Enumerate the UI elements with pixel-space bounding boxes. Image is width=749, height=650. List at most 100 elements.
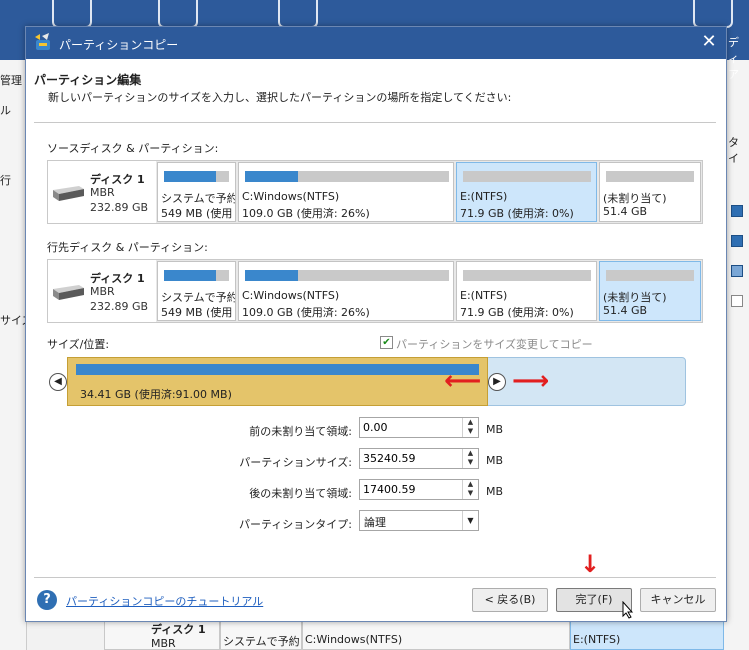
back-button[interactable]: < 戻る(B): [472, 588, 548, 612]
bg-partition[interactable]: C:Windows(NTFS): [302, 618, 570, 650]
partition-copy-dialog: パーティションコピー ✕ パーティション編集 新しいパーティションのサイズを入力…: [25, 26, 727, 622]
before-unallocated-label: 前の未割り当て領域:: [249, 425, 352, 438]
bg-disk-name: ディスク 1: [151, 623, 206, 636]
bg-partition-square[interactable]: [731, 295, 743, 307]
unit-label: MB: [486, 423, 504, 436]
increment-icon[interactable]: ▲: [463, 418, 478, 427]
partition-wizard-icon: [35, 33, 50, 50]
close-icon: ✕: [701, 31, 717, 52]
disk-name: ディスク 1: [90, 272, 145, 285]
move-left-button[interactable]: ◀: [49, 373, 67, 391]
usage-fill: [245, 171, 299, 182]
bg-partition[interactable]: E:(NTFS): [570, 618, 724, 650]
after-unallocated-stepper[interactable]: ▲ ▼: [359, 479, 479, 500]
partition-unallocated[interactable]: (未割り当て) 51.4 GB: [599, 261, 701, 321]
dest-disk-row: ディスク 1 MBR 232.89 GB システムで予約 549 MB (使用 …: [47, 259, 703, 323]
partition-e[interactable]: E:(NTFS) 71.9 GB (使用済: 0%): [456, 162, 597, 222]
partition-c[interactable]: C:Windows(NTFS) 109.0 GB (使用済: 26%): [238, 162, 454, 222]
partition-size-input[interactable]: [363, 451, 461, 466]
partition-resize-block[interactable]: 34.41 GB (使用済:91.00 MB): [67, 357, 488, 406]
disk-type: MBR: [90, 285, 115, 298]
partition-name: (未割り当て): [603, 192, 667, 205]
dest-disk-info[interactable]: ディスク 1 MBR 232.89 GB: [48, 260, 156, 322]
usage-fill: [164, 270, 216, 281]
bg-disk-info[interactable]: ディスク 1 MBR: [104, 618, 220, 650]
mouse-cursor-icon: [622, 601, 634, 619]
decrement-icon[interactable]: ▼: [463, 458, 478, 467]
partition-info: 549 MB (使用: [161, 306, 233, 319]
bg-partition[interactable]: システムで予約: [220, 618, 302, 650]
partition-c[interactable]: C:Windows(NTFS) 109.0 GB (使用済: 26%): [238, 261, 454, 321]
source-disk-info[interactable]: ディスク 1 MBR 232.89 GB: [48, 161, 156, 223]
unit-label: MB: [486, 485, 504, 498]
partition-size-stepper[interactable]: ▲ ▼: [359, 448, 479, 469]
partition-type-value: 論理: [364, 516, 386, 529]
tutorial-link[interactable]: パーティションコピーのチュートリアル: [66, 593, 263, 609]
partition-name: E:(NTFS): [460, 190, 508, 203]
checkmark-icon: ✔: [382, 337, 391, 348]
bg-right-label: ディア: [728, 36, 739, 81]
bg-left-label: 行: [0, 174, 11, 187]
bg-partition-square[interactable]: [731, 235, 743, 247]
after-unallocated-label: 後の未割り当て領域:: [249, 487, 352, 500]
toolbar-tool-icon[interactable]: [52, 0, 92, 28]
stepper-buttons: ▲ ▼: [462, 418, 478, 437]
partition-type-label: パーティションタイプ:: [238, 518, 352, 531]
after-unallocated-input[interactable]: [363, 482, 461, 497]
toolbar-tool-icon[interactable]: [693, 0, 733, 28]
partition-unallocated[interactable]: (未割り当て) 51.4 GB: [599, 162, 701, 222]
toolbar-tool-icon[interactable]: [278, 0, 318, 28]
close-button[interactable]: ✕: [698, 31, 720, 53]
background-disk-map: ディスク 1 MBR システムで予約 C:Windows(NTFS) E:(NT…: [104, 618, 724, 650]
chevron-left-icon: ◀: [54, 376, 62, 387]
dialog-heading: パーティション編集: [34, 73, 142, 87]
before-unallocated-input[interactable]: [363, 420, 461, 435]
bg-partition-square[interactable]: [731, 205, 743, 217]
partition-type-select[interactable]: 論理 ▼: [359, 510, 479, 531]
partition-name: (未割り当て): [603, 291, 667, 304]
source-disk-label: ソースディスク & パーティション:: [47, 142, 219, 155]
unit-label: MB: [486, 454, 504, 467]
stepper-buttons: ▲ ▼: [462, 449, 478, 468]
usage-bar: [606, 171, 694, 182]
decrement-icon[interactable]: ▼: [463, 489, 478, 498]
dialog-title: パーティションコピー: [59, 38, 179, 52]
annotation-arrow-down-icon: ↓: [580, 550, 601, 578]
increment-icon[interactable]: ▲: [463, 449, 478, 458]
partition-size-text: 34.41 GB (使用済:91.00 MB): [80, 388, 232, 401]
partition-system-reserved[interactable]: システムで予約 549 MB (使用: [157, 261, 236, 321]
partition-name: C:Windows(NTFS): [242, 190, 340, 203]
bg-right-label: タイ: [728, 136, 739, 165]
partition-info: 71.9 GB (使用済: 0%): [460, 207, 574, 220]
increment-icon[interactable]: ▲: [463, 480, 478, 489]
usage-bar: [463, 270, 591, 281]
partition-system-reserved[interactable]: システムで予約 549 MB (使用: [157, 162, 236, 222]
decrement-icon[interactable]: ▼: [463, 427, 478, 436]
disk-type: MBR: [90, 186, 115, 199]
resize-copy-checkbox[interactable]: ✔: [380, 336, 393, 349]
partition-e[interactable]: E:(NTFS) 71.9 GB (使用済: 0%): [456, 261, 597, 321]
usage-bar: [164, 171, 229, 182]
resize-handle-right[interactable]: ▶: [488, 373, 506, 391]
partition-info: 109.0 GB (使用済: 26%): [242, 306, 370, 319]
annotation-arrow-right-icon: ⟶: [512, 366, 550, 396]
usage-bar: [245, 171, 449, 182]
before-unallocated-stepper[interactable]: ▲ ▼: [359, 417, 479, 438]
dialog-titlebar[interactable]: パーティションコピー ✕: [26, 27, 726, 59]
finish-button[interactable]: 完了(F): [556, 588, 632, 612]
resize-copy-label: パーティションをサイズ変更してコピー: [396, 338, 593, 351]
dialog-subheading: 新しいパーティションのサイズを入力し、選択したパーティションの場所を指定してくだ…: [48, 91, 512, 104]
partition-info: 51.4 GB: [603, 205, 648, 218]
disk-size: 232.89 GB: [90, 201, 149, 214]
help-icon[interactable]: ?: [37, 590, 57, 610]
usage-fill: [245, 270, 299, 281]
partition-name: C:Windows(NTFS): [242, 289, 340, 302]
hard-disk-icon: [53, 285, 84, 300]
partition-name: システムで予約: [161, 192, 236, 205]
divider: [34, 122, 716, 123]
bg-left-label: ル: [0, 104, 11, 117]
bg-partition-square[interactable]: [731, 265, 743, 277]
cancel-button[interactable]: キャンセル: [640, 588, 716, 612]
partition-info: 549 MB (使用: [161, 207, 233, 220]
toolbar-tool-icon[interactable]: [158, 0, 198, 28]
